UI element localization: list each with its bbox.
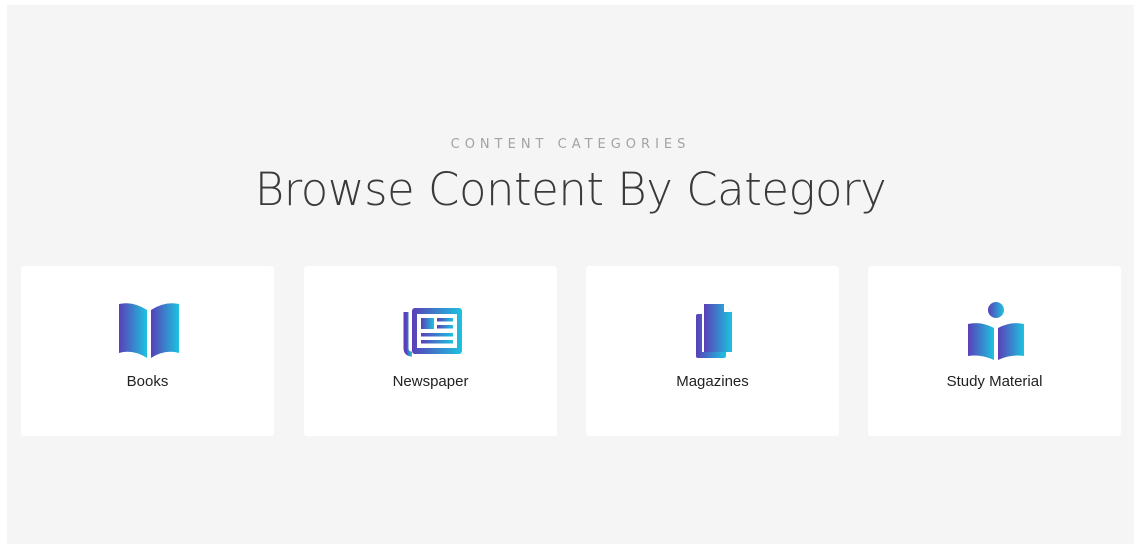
open-book-icon <box>119 303 179 358</box>
category-label: Newspaper <box>392 373 469 390</box>
section-eyebrow: CONTENT CATEGORIES <box>450 137 691 152</box>
category-label: Books <box>126 373 169 390</box>
category-card-study-material[interactable]: Study Material <box>868 266 1121 436</box>
newspaper-icon <box>403 308 462 357</box>
category-card-books[interactable]: Books <box>21 266 274 436</box>
documents-icon <box>696 304 732 358</box>
reader-icon <box>968 302 1024 360</box>
category-label: Study Material <box>946 373 1043 390</box>
section-title: Browse Content By Category <box>254 163 887 216</box>
category-card-newspaper[interactable]: Newspaper <box>304 266 557 436</box>
category-section: CONTENT CATEGORIES Browse Content By Cat… <box>7 5 1134 544</box>
category-label: Magazines <box>676 373 749 390</box>
category-card-magazines[interactable]: Magazines <box>586 266 839 436</box>
